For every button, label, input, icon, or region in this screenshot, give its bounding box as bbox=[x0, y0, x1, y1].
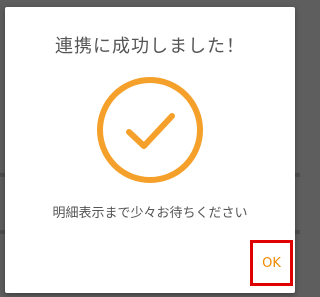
ok-button-label: OK bbox=[262, 255, 281, 271]
check-circle-icon bbox=[96, 76, 204, 184]
ok-button[interactable]: OK bbox=[250, 240, 293, 286]
success-dialog: 連携に成功しました！ 明細表示まで少々お待ちください OK bbox=[5, 7, 295, 293]
dialog-message: 明細表示まで少々お待ちください bbox=[52, 206, 248, 221]
dialog-title: 連携に成功しました！ bbox=[55, 36, 245, 57]
